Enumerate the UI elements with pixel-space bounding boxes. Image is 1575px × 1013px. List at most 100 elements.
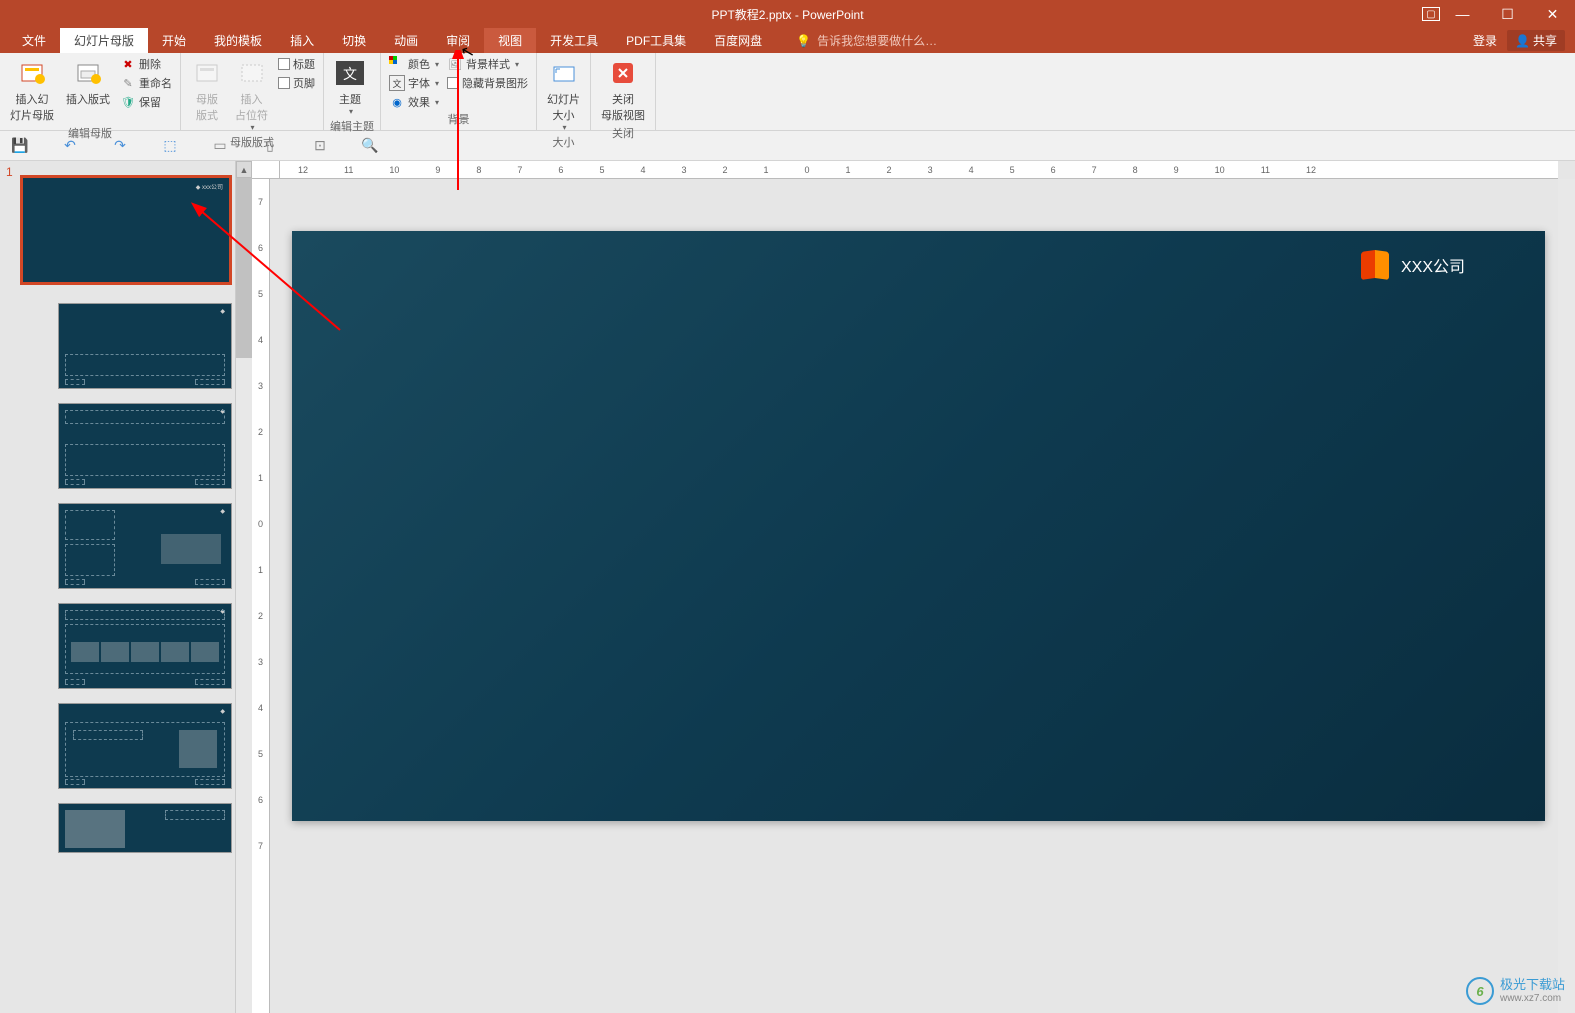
ribbon-display-options-icon[interactable]: ▢ [1422,7,1440,21]
tab-developer[interactable]: 开发工具 [536,28,612,53]
bg-styles-icon: 🖼 [447,56,463,72]
tab-pdf-tools[interactable]: PDF工具集 [612,28,700,53]
chevron-down-icon: ▾ [435,79,439,88]
tab-animations[interactable]: 动画 [380,28,432,53]
colors-button[interactable]: 颜色▾ [387,55,441,73]
start-from-beginning-button[interactable]: ▯ [260,137,280,154]
tab-view[interactable]: 视图 [484,28,536,53]
office-logo-icon [1361,251,1389,279]
master-layout-icon [191,57,223,89]
slide-company-logo: XXX公司 [1361,251,1465,279]
ribbon-group-close: 关闭 母版视图 关闭 [591,53,656,130]
group-label-master-layout: 母版版式 [187,134,317,152]
undo-button[interactable]: ↶ [60,137,80,154]
tab-baidu-disk[interactable]: 百度网盘 [700,28,776,53]
ribbon-tabs: 文件 幻灯片母版 开始 我的模板 插入 切换 动画 审阅 视图 开发工具 PDF… [0,28,1575,53]
checkbox-icon [278,77,290,89]
preserve-icon: 🛡 [120,94,136,110]
insert-placeholder-icon [236,57,268,89]
slide-editor: 1211109876543210123456789101112 76543210… [252,161,1575,1013]
minimize-button[interactable]: — [1440,0,1485,28]
title-bar: PPT教程2.pptx - PowerPoint ▢ — ☐ ✕ [0,0,1575,28]
ruler-corner [252,161,280,179]
tab-my-templates[interactable]: 我的模板 [200,28,276,53]
chevron-down-icon: ▾ [563,123,567,132]
thumbnail-layout-3[interactable]: ◆ [58,503,232,589]
insert-slide-master-button[interactable]: 插入幻 灯片母版 [6,55,58,125]
slide-size-button[interactable]: 幻灯片 大小▾ [543,55,584,134]
effects-button[interactable]: ◉效果▾ [387,93,441,111]
ribbon-group-edit-theme: 文 主题▾ 编辑主题 [324,53,381,130]
hide-bg-graphics-checkbox[interactable]: 隐藏背景图形 [445,74,530,92]
thumbnail-layout-1[interactable]: ◆ [58,303,232,389]
thumb-logo-icon: ◆ [220,708,225,715]
horizontal-ruler[interactable]: 1211109876543210123456789101112 [280,161,1558,179]
themes-icon: 文 [334,57,366,89]
vertical-ruler[interactable]: 765432101234567 [252,179,270,1013]
insert-placeholder-button: 插入 占位符▾ [231,55,272,134]
ribbon-group-size: 幻灯片 大小▾ 大小 [537,53,591,130]
rename-button[interactable]: ✎重命名 [118,74,174,92]
tab-home[interactable]: 开始 [148,28,200,53]
watermark-logo-icon: 6 [1466,977,1494,1005]
tell-me-search[interactable]: 💡 告诉我您想要做什么… [796,28,937,53]
tab-slide-master[interactable]: 幻灯片母版 [60,28,148,53]
group-label-background: 背景 [387,111,530,129]
redo-button[interactable]: ↷ [110,137,130,154]
chevron-down-icon: ▾ [435,60,439,69]
fonts-icon: 文 [389,75,405,91]
thumbnail-master[interactable]: ◆ xxx公司 [20,175,232,285]
close-master-icon [607,57,639,89]
rename-icon: ✎ [120,75,136,91]
ribbon-group-master-layout: 母版 版式 插入 占位符▾ 标题 页脚 母版版式 [181,53,324,130]
insert-slide-master-icon [16,57,48,89]
editor-scrollbar[interactable] [1558,179,1575,1013]
thumbnail-layout-2[interactable]: ◆ [58,403,232,489]
qat-btn-7[interactable]: ⊡ [310,137,330,154]
thumbnail-layout-5[interactable]: ◆ [58,703,232,789]
thumbnail-layout-4[interactable]: ◆ [58,603,232,689]
save-button[interactable]: 💾 [10,137,30,154]
fonts-button[interactable]: 文字体▾ [387,74,441,92]
share-icon: 👤 [1515,34,1530,48]
insert-layout-icon [72,57,104,89]
slide-canvas[interactable]: XXX公司 [292,231,1545,821]
scroll-up-icon[interactable]: ▲ [236,161,252,178]
themes-button[interactable]: 文 主题▾ [330,55,370,118]
thumbnail-scrollbar[interactable]: ▲ [235,161,252,1013]
ribbon-group-background: 颜色▾ 文字体▾ ◉效果▾ 🖼背景样式▾ 隐藏背景图形 背景 [381,53,537,130]
colors-icon [389,56,405,72]
tab-review[interactable]: 审阅 [432,28,484,53]
delete-button[interactable]: ✖删除 [118,55,174,73]
ribbon: 插入幻 灯片母版 插入版式 ✖删除 ✎重命名 🛡保留 编辑母版 母版 版式 插入… [0,53,1575,131]
master-number: 1 [6,165,13,179]
thumb-logo-icon: ◆ [220,308,225,315]
group-label-edit-theme: 编辑主题 [330,118,374,136]
maximize-button[interactable]: ☐ [1485,0,1530,28]
window-controls: — ☐ ✕ [1440,0,1575,28]
group-label-edit-master: 编辑母版 [6,125,174,143]
login-link[interactable]: 登录 [1473,32,1497,49]
master-layout-button: 母版 版式 [187,55,227,125]
title-checkbox[interactable]: 标题 [276,55,317,73]
insert-layout-button[interactable]: 插入版式 [62,55,114,109]
tab-file[interactable]: 文件 [8,28,60,53]
qat-btn-4[interactable]: ⬚ [160,137,180,154]
qat-btn-8[interactable]: 🔍 [360,137,380,154]
footers-checkbox[interactable]: 页脚 [276,74,317,92]
thumbnail-layout-6[interactable] [58,803,232,853]
svg-text:文: 文 [343,66,357,82]
close-master-view-button[interactable]: 关闭 母版视图 [597,55,649,125]
tab-insert[interactable]: 插入 [276,28,328,53]
lightbulb-icon: 💡 [796,34,811,48]
share-button[interactable]: 👤共享 [1507,30,1565,51]
qat-btn-5[interactable]: ▭ [210,137,230,154]
bg-styles-button[interactable]: 🖼背景样式▾ [445,55,530,73]
chevron-down-icon: ▾ [250,123,254,132]
preserve-button[interactable]: 🛡保留 [118,93,174,111]
watermark-url: www.xz7.com [1500,993,1565,1004]
scroll-handle[interactable] [236,178,252,358]
close-button[interactable]: ✕ [1530,0,1575,28]
tell-me-placeholder: 告诉我您想要做什么… [817,32,937,49]
tab-transitions[interactable]: 切换 [328,28,380,53]
